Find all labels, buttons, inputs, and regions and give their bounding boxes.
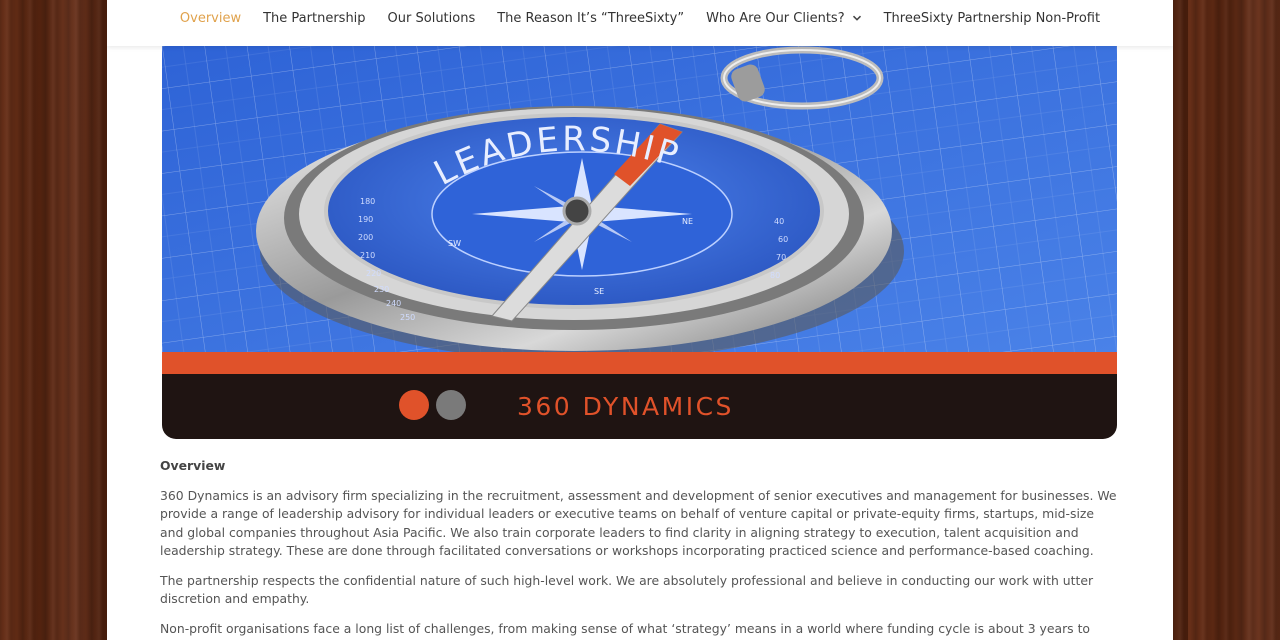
hero-orange-band — [162, 352, 1117, 374]
hero-image: LEADERSHIP NE SE SW 40 60 70 80 180 190 … — [162, 46, 1117, 439]
degree-label-230: 230 — [374, 285, 389, 294]
degree-label-240: 240 — [386, 299, 401, 308]
article-heading: Overview — [160, 458, 226, 473]
nav-item-the-reason[interactable]: The Reason It’s “ThreeSixty” — [497, 11, 684, 26]
nav-item-who-are-our-clients-label: Who Are Our Clients? — [706, 10, 845, 26]
hero-banner: LEADERSHIP NE SE SW 40 60 70 80 180 190 … — [162, 46, 1117, 439]
degree-label-180: 180 — [360, 197, 375, 206]
degree-label-40: 40 — [774, 217, 784, 226]
nav-item-non-profit[interactable]: ThreeSixty Partnership Non-Profit — [884, 11, 1101, 26]
degree-label-70: 70 — [776, 253, 786, 262]
chevron-down-icon — [852, 15, 861, 21]
degree-label-210: 210 — [360, 251, 375, 260]
nav-item-the-partnership[interactable]: The Partnership — [263, 11, 365, 26]
article-content: Overview 360 Dynamics is an advisory fir… — [160, 457, 1120, 640]
direction-label-ne: NE — [682, 217, 693, 226]
page-container: Overview The Partnership Our Solutions T… — [107, 0, 1173, 640]
brand-logo-orange-dot — [399, 390, 429, 420]
nav-item-our-solutions[interactable]: Our Solutions — [388, 11, 476, 26]
nav-item-who-are-our-clients[interactable]: Who Are Our Clients? — [706, 11, 862, 26]
direction-label-se: SE — [594, 287, 604, 296]
degree-label-80: 80 — [770, 271, 780, 280]
degree-label-190: 190 — [358, 215, 373, 224]
article-paragraph-1: 360 Dynamics is an advisory firm special… — [160, 487, 1117, 559]
brand-logo-grey-dot — [436, 390, 466, 420]
brand-name: 360 DYNAMICS — [517, 392, 734, 421]
nav-item-overview[interactable]: Overview — [180, 11, 241, 26]
direction-label-sw: SW — [448, 239, 461, 248]
degree-label-200: 200 — [358, 233, 373, 242]
degree-label-220: 220 — [366, 269, 381, 278]
main-navigation: Overview The Partnership Our Solutions T… — [107, 0, 1173, 46]
article-paragraph-2: The partnership respects the confidentia… — [160, 572, 1094, 607]
degree-label-250: 250 — [400, 313, 415, 322]
article-paragraph-3: Non-profit organisations face a long lis… — [160, 620, 1091, 640]
degree-label-60: 60 — [778, 235, 788, 244]
